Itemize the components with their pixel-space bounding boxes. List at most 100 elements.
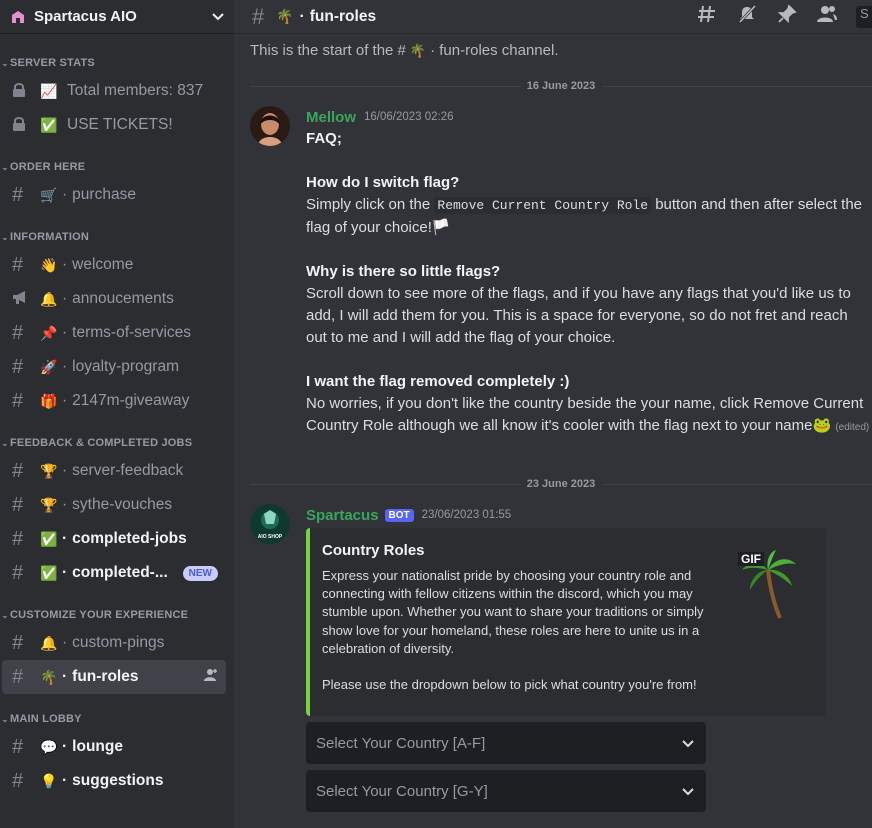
- message-content: FAQ; How do I switch flag? Simply click …: [306, 130, 870, 434]
- chat-area: # 🌴 · fun-roles S This is the start of t…: [234, 0, 872, 828]
- sidebar-channel-loyalty-program[interactable]: # 🚀 · loyalty-program: [2, 350, 226, 384]
- server-name: Spartacus AIO: [34, 8, 137, 25]
- chevron-down-icon: [682, 736, 694, 751]
- hashtag-icon: #: [12, 631, 24, 654]
- category-header[interactable]: ⌄ CUSTOMIZE YOUR EXPERIENCE: [0, 604, 234, 626]
- message-mellow: Mellow 16/06/2023 02:26 FAQ; How do I sw…: [250, 106, 872, 439]
- new-badge: NEW: [182, 565, 218, 581]
- separator-dot: ·: [62, 564, 68, 581]
- channel-emoji: 📌: [40, 324, 58, 341]
- sidebar-channel-use-tickets[interactable]: ✅ USE TICKETS!: [2, 108, 226, 142]
- channel-emoji: 🚀: [40, 358, 58, 375]
- category-label: FEEDBACK & COMPLETED JOBS: [10, 437, 193, 449]
- hashtag-icon: #: [12, 493, 24, 516]
- category-header[interactable]: ⌄ FEEDBACK & COMPLETED JOBS: [0, 432, 234, 454]
- channel-label: server-feedback: [72, 462, 184, 479]
- sidebar-channel-total-members-837[interactable]: 📈 Total members: 837: [2, 74, 226, 108]
- message-timestamp: 23/06/2023 01:55: [421, 509, 512, 521]
- channel-emoji: 🔔: [40, 634, 58, 651]
- sidebar-channel-welcome[interactable]: # 👋 · welcome: [2, 248, 226, 282]
- country-select-a-f[interactable]: Select Your Country [A-F]: [306, 722, 706, 764]
- channel-emoji: 💡: [40, 772, 58, 789]
- chevron-down-icon: ⌄: [1, 162, 9, 172]
- channel-emoji: 👋: [40, 256, 58, 273]
- country-select-g-y[interactable]: Select Your Country [G-Y]: [306, 770, 706, 812]
- channel-emoji: 🏆: [40, 462, 58, 479]
- chevron-down-icon[interactable]: [212, 9, 224, 24]
- separator-dot: ·: [62, 772, 68, 789]
- separator-dot: ·: [62, 324, 68, 341]
- invite-member-icon[interactable]: [204, 668, 218, 687]
- hashtag-icon: #: [252, 3, 265, 29]
- hashtag-icon: #: [12, 735, 24, 758]
- message-author[interactable]: Mellow: [306, 109, 356, 126]
- sidebar-channel-suggestions[interactable]: # 💡 · suggestions: [2, 764, 226, 798]
- category-header[interactable]: ⌄ INFORMATION: [0, 226, 234, 248]
- hashtag-icon: #: [12, 253, 24, 276]
- channel-emoji: 🔔: [40, 290, 58, 307]
- sidebar-channel-sythe-vouches[interactable]: # 🏆 · sythe-vouches: [2, 488, 226, 522]
- date-divider: 23 June 2023: [250, 478, 872, 490]
- hashtag-icon: #: [12, 355, 24, 378]
- sidebar-channel-completed[interactable]: # ✅ · completed-... NEW: [2, 556, 226, 590]
- category-header[interactable]: ⌄ MAIN LOBBY: [0, 708, 234, 730]
- channel-topbar: # 🌴 · fun-roles S: [234, 0, 872, 34]
- mute-bell-icon[interactable]: [736, 4, 758, 29]
- sidebar-channel-completed-jobs[interactable]: # ✅ · completed-jobs: [2, 522, 226, 556]
- avatar[interactable]: AIO SHOP: [250, 504, 290, 544]
- separator-dot: ·: [62, 668, 68, 685]
- lock-icon: [12, 82, 34, 101]
- channel-label: completed-...: [72, 564, 168, 581]
- members-icon[interactable]: [816, 4, 838, 29]
- channel-label: loyalty-program: [72, 358, 179, 375]
- chevron-down-icon: ⌄: [1, 714, 9, 724]
- date-divider: 16 June 2023: [250, 80, 872, 92]
- channel-emoji: ✅: [40, 530, 58, 547]
- pin-icon[interactable]: [776, 4, 798, 29]
- channel-emoji: 📈: [40, 82, 58, 99]
- select-placeholder: Select Your Country [G-Y]: [316, 782, 488, 800]
- channel-label: fun-roles: [72, 668, 139, 685]
- sidebar-channel-custom-pings[interactable]: # 🔔 · custom-pings: [2, 626, 226, 660]
- sidebar-channel-purchase[interactable]: # 🛒 · purchase: [2, 178, 226, 212]
- separator-dot: ·: [62, 496, 68, 513]
- sidebar-channel-2147m-giveaway[interactable]: # 🎁 · 2147m-giveaway: [2, 384, 226, 418]
- channel-label: suggestions: [72, 772, 164, 789]
- message-author[interactable]: Spartacus: [306, 507, 379, 524]
- palm-tree-gif[interactable]: GIF: [738, 548, 800, 620]
- chevron-down-icon: ⌄: [1, 610, 9, 620]
- sidebar-channel-server-feedback[interactable]: # 🏆 · server-feedback: [2, 454, 226, 488]
- svg-text:AIO SHOP: AIO SHOP: [258, 534, 283, 540]
- channel-label: lounge: [72, 738, 123, 755]
- category-header[interactable]: ⌄ SERVER STATS: [0, 52, 234, 74]
- channel-label: purchase: [72, 186, 136, 203]
- channel-emoji: 💬: [40, 738, 58, 755]
- server-header[interactable]: Spartacus AIO: [0, 0, 234, 34]
- message-timestamp: 16/06/2023 02:26: [364, 111, 454, 123]
- channel-emoji: 🎁: [40, 392, 58, 409]
- channel-title: fun-roles: [309, 7, 377, 25]
- channel-dot: ·: [299, 7, 305, 25]
- channel-sidebar: Spartacus AIO ⌄ SERVER STATS 📈 Total member…: [0, 0, 234, 828]
- chevron-down-icon: ⌄: [1, 58, 9, 68]
- search-input[interactable]: S: [856, 5, 872, 28]
- threads-icon[interactable]: [696, 4, 718, 29]
- category-label: MAIN LOBBY: [10, 713, 82, 725]
- channel-label: custom-pings: [72, 634, 165, 651]
- server-emblem-icon: [10, 9, 26, 25]
- separator-dot: ·: [62, 392, 68, 409]
- sidebar-channel-fun-roles[interactable]: # 🌴 · fun-roles: [2, 660, 226, 694]
- bot-badge: BOT: [384, 508, 414, 522]
- sidebar-channel-annoucements[interactable]: 🔔 · annoucements: [2, 282, 226, 316]
- separator-dot: ·: [62, 256, 68, 273]
- hashtag-icon: #: [12, 665, 24, 688]
- channel-emoji: 🌴: [276, 8, 294, 24]
- channel-emoji: 🏆: [40, 496, 58, 513]
- sidebar-channel-lounge[interactable]: # 💬 · lounge: [2, 730, 226, 764]
- avatar[interactable]: [250, 106, 290, 146]
- separator-dot: ·: [62, 462, 68, 479]
- category-header[interactable]: ⌄ ORDER HERE: [0, 156, 234, 178]
- category-label: ORDER HERE: [10, 161, 86, 173]
- sidebar-channel-terms-of-services[interactable]: # 📌 · terms-of-services: [2, 316, 226, 350]
- hashtag-icon: #: [12, 769, 24, 792]
